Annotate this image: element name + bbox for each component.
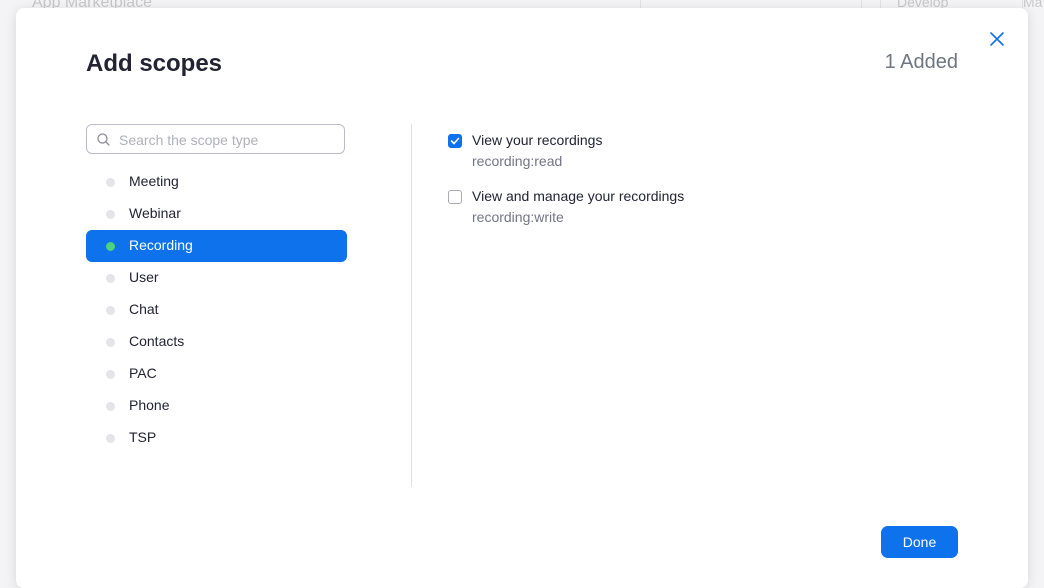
scope-item-chat[interactable]: Chat (86, 294, 347, 326)
scope-item-label: Meeting (129, 173, 179, 189)
permission-scope: recording:write (472, 209, 564, 225)
done-button[interactable]: Done (881, 526, 958, 558)
column-divider (411, 124, 412, 487)
status-dot (106, 370, 115, 379)
close-icon[interactable] (988, 30, 1006, 48)
scope-search-input[interactable] (117, 129, 341, 151)
status-dot (106, 178, 115, 187)
scope-item-user[interactable]: User (86, 262, 347, 294)
status-dot (106, 306, 115, 315)
scope-search-box (86, 124, 345, 154)
scope-item-label: Chat (129, 301, 159, 317)
added-count: 1 Added (884, 51, 958, 73)
search-icon (97, 133, 110, 146)
scope-item-webinar[interactable]: Webinar (86, 198, 347, 230)
scope-item-pac[interactable]: PAC (86, 358, 347, 390)
permission-title: View and manage your recordings (472, 188, 685, 204)
permission-scope: recording:read (472, 153, 563, 169)
status-dot (106, 434, 115, 443)
add-scopes-modal: Add scopes 1 Added Meeting Webinar Recor… (16, 8, 1028, 588)
modal-title: Add scopes (86, 50, 223, 77)
permission-title: View your recordings (472, 132, 603, 148)
status-dot (106, 242, 115, 251)
scope-item-meeting[interactable]: Meeting (86, 166, 347, 198)
scope-item-label: Webinar (129, 205, 181, 221)
scope-item-label: Contacts (129, 333, 185, 349)
scope-item-contacts[interactable]: Contacts (86, 326, 347, 358)
status-dot (106, 338, 115, 347)
scope-item-label: User (129, 269, 159, 285)
status-dot (106, 210, 115, 219)
scope-item-phone[interactable]: Phone (86, 390, 347, 422)
scope-type-list: Meeting Webinar Recording User Chat Cont… (86, 166, 347, 454)
scope-item-recording[interactable]: Recording (86, 230, 347, 262)
scope-item-label: Phone (129, 397, 170, 413)
status-dot (106, 274, 115, 283)
scope-item-label: PAC (129, 365, 157, 381)
scope-item-label: Recording (129, 237, 193, 253)
scope-item-tsp[interactable]: TSP (86, 422, 347, 454)
checkbox-recording-write[interactable] (448, 190, 462, 204)
checkbox-recording-read[interactable] (448, 134, 462, 148)
scope-item-label: TSP (129, 429, 157, 445)
status-dot (106, 402, 115, 411)
